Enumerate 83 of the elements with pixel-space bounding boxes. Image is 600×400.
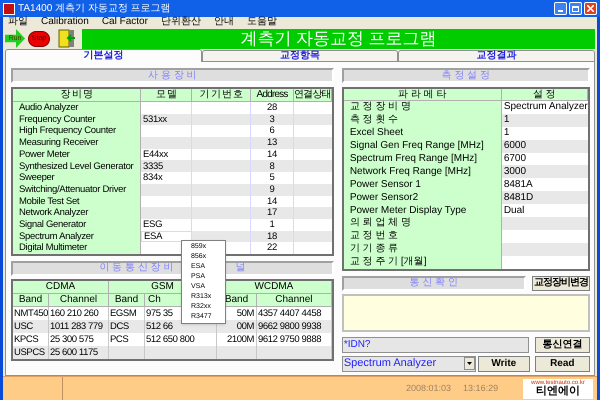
menu-item[interactable]: Cal Factor [102,17,148,27]
minimize-icon [558,10,563,12]
close-icon [587,5,594,12]
column-header: Address [251,89,294,102]
table-cell: Excel Sheet [344,126,502,140]
caret-icon [464,357,475,370]
write-button[interactable]: Write [478,356,530,372]
column-header: 장 비 명 [13,89,141,102]
column-header: 설 정 [502,89,588,101]
menu-item[interactable]: 도움말 [246,17,277,27]
table-cell: Signal Generator [13,218,141,231]
table-cell: Power Sensor 1 [344,178,502,192]
value-cell[interactable]: 8481D [502,191,588,204]
status-date: 2008:01:03 [406,384,452,393]
table-cell: Power Meter Display Type [344,204,502,218]
table-cell: Sweeper [13,172,141,184]
close-button[interactable] [584,2,597,15]
change-device-button[interactable]: 교정장비변경 [532,276,590,291]
table-cell: High Frequency Counter [13,125,141,138]
tab[interactable]: 교정항목 [202,50,398,62]
table-cell: Network Freq Range [MHz] [344,165,502,178]
table-cell: Power Sensor2 [344,191,502,204]
exit-door-icon[interactable] [56,29,76,48]
header-text: 이 동 통 신 장 비 [99,263,174,274]
table-cell: Synthesized Level Generator [13,160,141,172]
table-cell: 25 600 1175 [49,346,109,359]
table-cell: Digital Multimeter [13,242,141,254]
value-cell[interactable]: 1 [502,114,588,127]
maximize-icon [572,6,579,12]
column-header: Band [109,294,145,307]
device-select[interactable]: Spectrum Analyzer [342,356,476,372]
table-cell: Audio Analyzer [13,102,141,114]
value-cell[interactable]: 6000 [502,140,588,153]
value-cell[interactable]: 3000 [502,165,588,178]
table-cell: USPCS [13,346,49,359]
value-cell[interactable]: Dual [502,204,588,218]
table-cell: Spectrum Analyzer [13,230,141,242]
value-cell[interactable]: 1 [502,126,588,140]
column-header: 기 기 번 호 [192,89,251,102]
column-header: Channel [257,294,332,307]
menu-item[interactable]: 안내 [214,17,234,27]
app-logo-icon [3,2,15,14]
table-cell: 교 정 번 호 [344,230,502,243]
table-cell: Measuring Receiver [13,137,141,149]
value-cell[interactable]: 6700 [502,152,588,166]
table-cell: 의 뢰 업 체 명 [344,217,502,230]
connect-button[interactable]: 통신연결 [534,336,590,353]
table-cell: Spectrum Freq Range [MHz] [344,152,502,166]
tab[interactable]: 교정결과 [398,50,596,62]
command-field[interactable]: *IDN? [342,336,529,353]
table-cell: 측 정 횟 수 [344,114,502,127]
header-text: 널 [235,263,246,274]
table-cell: 교 정 장 비 명 [344,101,502,114]
column-header: Channel [49,294,109,307]
table-cell: Mobile Test Set [13,196,141,208]
column-header: 파 라 메 타 [344,89,502,101]
status-time: 13:16:29 [463,384,498,393]
column-header: 모 델 [141,89,192,102]
table-cell: 교 정 주 기 [개월] [344,256,502,269]
column-header: CDMA [13,280,109,294]
column-header: 연결상태 [294,89,332,102]
table-cell: Network Analyzer [13,207,141,219]
program-banner: 계측기 자동교정 프로그램 [82,28,595,48]
tab[interactable]: 기본설정 [5,49,202,62]
table-cell: 22 [251,242,294,254]
table-cell: Power Meter [13,148,141,160]
table-cell: Signal Gen Freq Range [MHz] [344,140,502,153]
maximize-button[interactable] [569,2,582,15]
value-cell[interactable]: Spectrum Analyzer [502,101,588,114]
table-cell: Switching/Attenuator Driver [13,184,141,196]
section-header: 측 정 설 정 [342,68,590,83]
section-header: 사 용 장 비 [11,68,334,83]
table-cell: 기 기 종 류 [344,242,502,256]
read-button[interactable]: Read [534,356,590,372]
menu-item[interactable]: 단위환산 [160,17,201,27]
minimize-button[interactable] [554,2,567,15]
value-cell[interactable]: 8481A [502,178,588,192]
table-cell: Frequency Counter [13,114,141,126]
section-header: 통 신 확 인 [342,276,526,291]
window-title: TA1400 계측기 자동교정 프로그램 [18,4,171,14]
column-header: Band [13,294,49,307]
menu-item[interactable]: 파일 [8,17,28,27]
menu-item[interactable]: Calibration [41,17,89,27]
